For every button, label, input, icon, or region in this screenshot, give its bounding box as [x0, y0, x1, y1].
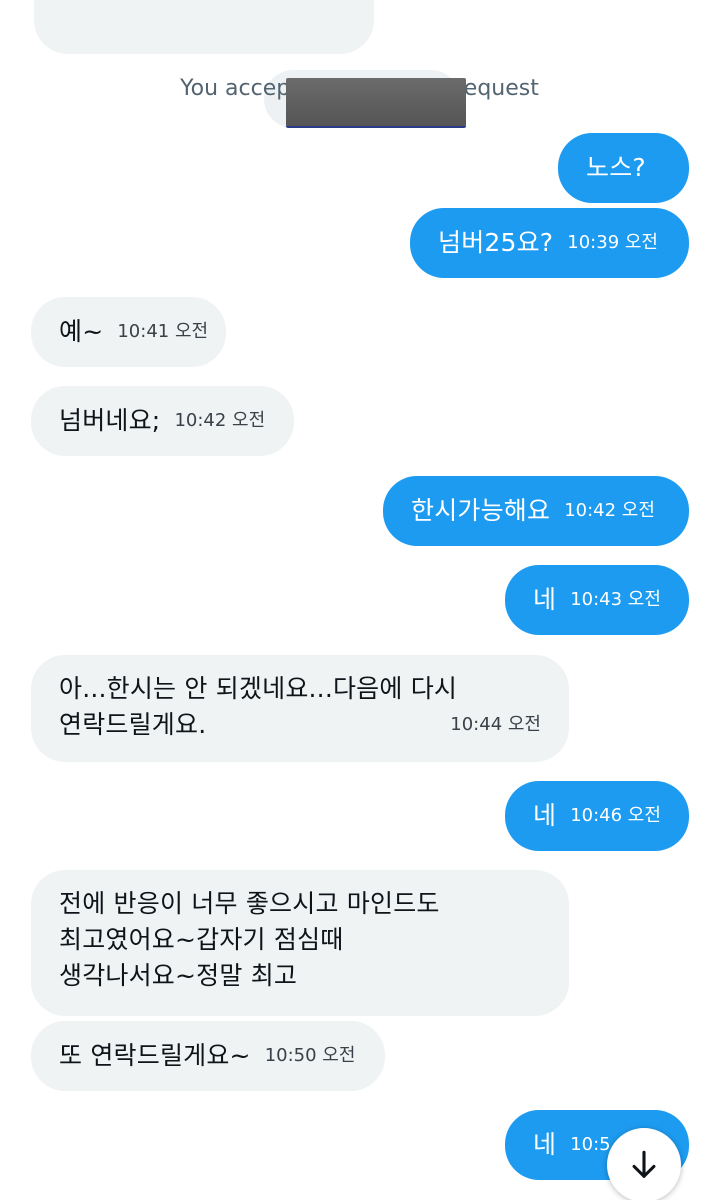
message-text: 예~: [59, 317, 104, 346]
message-bubble-incoming[interactable]: [34, 0, 374, 54]
message-text-line: 전에 반응이 너무 좋으시고 마인드도: [59, 889, 440, 918]
message-text-line: 연락드릴게요.: [59, 710, 207, 739]
message-timestamp: 10:41 오전: [117, 321, 209, 342]
message-text: 또 연락드릴게요~: [59, 1041, 251, 1070]
message-bubble-outgoing[interactable]: 노스?: [558, 133, 689, 203]
message-bubble-outgoing[interactable]: 넘버25요? 10:39 오전: [410, 208, 689, 278]
message-bubble-outgoing[interactable]: 네 10:43 오전: [505, 565, 689, 635]
message-text: 넘버25요?: [438, 228, 554, 257]
message-bubble-outgoing[interactable]: 한시가능해요 10:42 오전: [383, 476, 689, 546]
message-text: 네: [533, 1130, 557, 1159]
message-timestamp: 10:42 오전: [564, 500, 655, 521]
message-text-line: 생각나서요~정말 최고: [59, 961, 298, 990]
message-text: 네: [533, 801, 557, 830]
arrow-down-icon: [632, 1150, 656, 1178]
message-text: 한시가능해요: [411, 496, 551, 525]
message-bubble-incoming[interactable]: 또 연락드릴게요~ 10:50 오전: [31, 1021, 385, 1091]
message-text: 네: [533, 585, 557, 614]
message-timestamp: 10:46 오전: [570, 805, 661, 826]
message-text: 넘버네요;: [59, 406, 161, 435]
message-bubble-outgoing[interactable]: 네 10:46 오전: [505, 781, 689, 851]
message-text-line: 아...한시는 안 되겠네요...다음에 다시: [59, 674, 458, 703]
message-timestamp: 10:42 오전: [174, 410, 266, 431]
message-bubble-incoming[interactable]: 예~ 10:41 오전: [31, 297, 226, 367]
message-last-line: 연락드릴게요. 10:44 오전: [59, 707, 541, 743]
message-text-line: 최고였어요~갑자기 점심때: [59, 925, 344, 954]
conversation-view: You accepted [redacted] request 노스? 넘버25…: [0, 0, 719, 1200]
message-bubble-incoming[interactable]: 아...한시는 안 되겠네요...다음에 다시 연락드릴게요. 10:44 오전: [31, 655, 569, 762]
message-timestamp: 10:39 오전: [567, 232, 658, 253]
message-bubble-incoming[interactable]: 넘버네요; 10:42 오전: [31, 386, 294, 456]
message-bubble-incoming[interactable]: 전에 반응이 너무 좋으시고 마인드도 최고였어요~갑자기 점심때 생각나서요~…: [31, 870, 569, 1016]
scroll-to-bottom-button[interactable]: [607, 1128, 681, 1200]
message-timestamp: 10:43 오전: [570, 589, 661, 610]
message-timestamp: 10:5: [570, 1134, 611, 1155]
redaction-box: [286, 78, 466, 126]
message-text: 노스?: [586, 153, 646, 182]
message-timestamp: 10:44 오전: [450, 714, 541, 735]
message-timestamp: 10:50 오전: [264, 1045, 356, 1066]
